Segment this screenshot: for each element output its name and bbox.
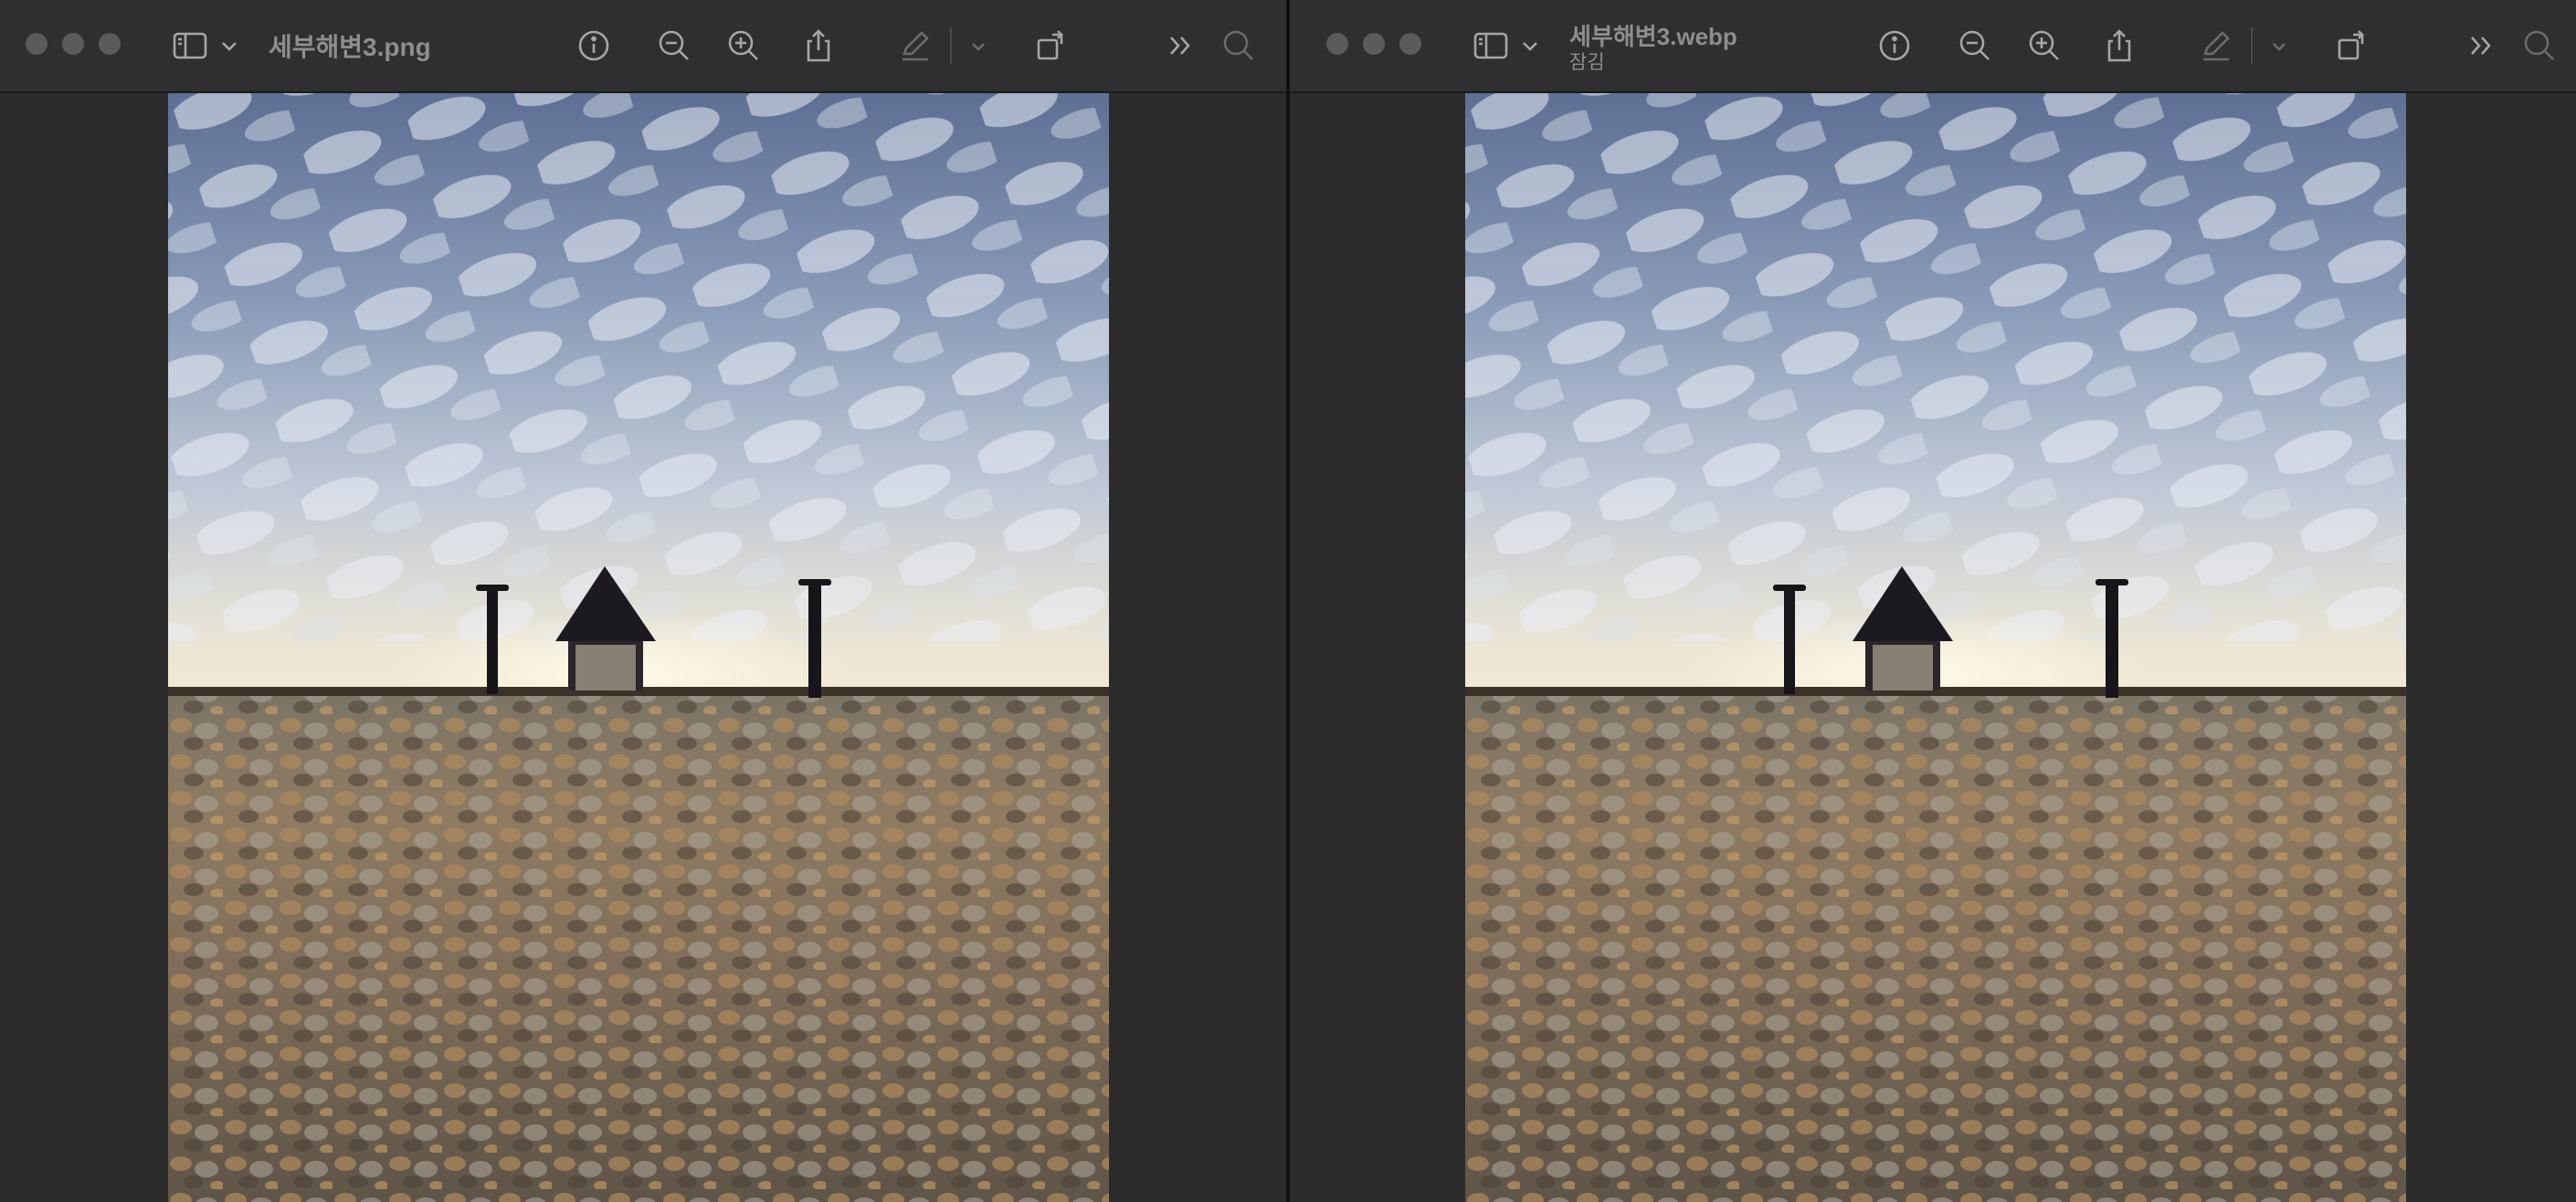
- chevron-down-icon[interactable]: [217, 26, 241, 66]
- close-window-button[interactable]: [1326, 33, 1348, 55]
- zoom-window-button[interactable]: [1399, 33, 1421, 55]
- minimize-window-button[interactable]: [62, 33, 84, 55]
- zoom-out-icon[interactable]: [654, 26, 694, 66]
- info-icon[interactable]: [574, 26, 614, 66]
- toolbar-separator: [950, 27, 952, 64]
- search-icon[interactable]: [1219, 26, 1259, 66]
- double-chevron-right-icon[interactable]: [1160, 26, 1200, 66]
- minimize-window-button[interactable]: [1363, 33, 1385, 55]
- share-icon[interactable]: [798, 26, 839, 66]
- sidebar-toggle-icon[interactable]: [1471, 26, 1511, 66]
- window-title: 세부해변3.png: [269, 33, 431, 61]
- zoom-window-button[interactable]: [99, 33, 121, 55]
- double-chevron-right-icon[interactable]: [2461, 26, 2501, 66]
- rotate-icon[interactable]: [1032, 26, 1072, 66]
- zoom-in-icon[interactable]: [723, 26, 764, 66]
- preview-window-right: 세부해변3.webp 잠김: [1290, 0, 2576, 1202]
- chevron-down-icon[interactable]: [2267, 26, 2291, 66]
- zoom-in-icon[interactable]: [2024, 26, 2064, 66]
- info-icon[interactable]: [1874, 26, 1915, 66]
- beach-photo: [1465, 93, 2406, 1202]
- toolbar-separator: [2251, 27, 2253, 64]
- toolbar: 세부해변3.png: [0, 0, 1286, 93]
- window-subtitle: 잠김: [1569, 52, 1605, 73]
- sidebar-toggle-icon[interactable]: [170, 26, 210, 66]
- chevron-down-icon[interactable]: [966, 26, 990, 66]
- share-icon[interactable]: [2099, 26, 2139, 66]
- markup-pen-icon[interactable]: [2196, 26, 2236, 66]
- chevron-down-icon[interactable]: [1518, 26, 1542, 66]
- preview-window-left: 세부해변3.png: [0, 0, 1286, 1202]
- markup-pen-icon[interactable]: [895, 26, 935, 66]
- traffic-lights: [1326, 33, 1421, 55]
- close-window-button[interactable]: [26, 33, 48, 55]
- traffic-lights: [26, 33, 121, 55]
- rotate-icon[interactable]: [2333, 26, 2373, 66]
- toolbar: 세부해변3.webp 잠김: [1290, 0, 2576, 93]
- search-icon[interactable]: [2519, 26, 2560, 66]
- zoom-out-icon[interactable]: [1955, 26, 1995, 66]
- beach-photo: [168, 93, 1109, 1202]
